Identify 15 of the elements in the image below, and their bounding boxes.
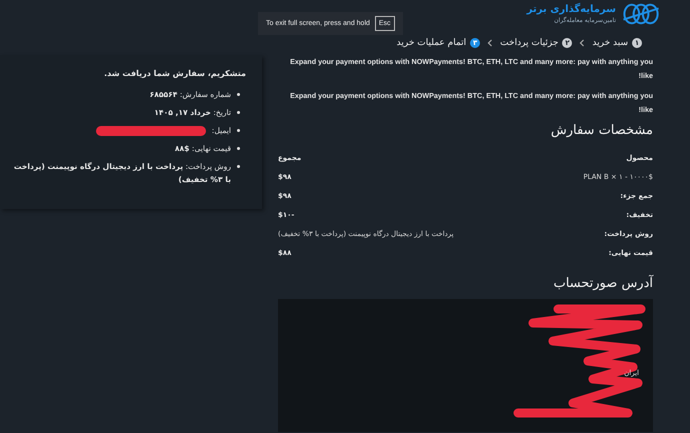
- bullet-icon: [237, 93, 240, 96]
- confirmation-title: متشکریم، سفارش شما دریافت شد.: [103, 69, 246, 78]
- step-label[interactable]: اتمام عملیات خرید: [396, 38, 466, 48]
- bullet-icon: [237, 165, 240, 168]
- bullet-icon: [237, 111, 240, 114]
- logo-wordmark: سرمایه‌گذاری برتر: [526, 4, 616, 16]
- bullet-icon: [237, 147, 240, 150]
- section-heading: مشخصات سفارش: [550, 123, 653, 138]
- bullet-icon: [237, 129, 240, 132]
- section-heading: آدرس صورتحساب: [552, 276, 653, 291]
- logo-icon: [622, 2, 660, 26]
- step-label[interactable]: سبد خرید: [592, 38, 628, 48]
- chevron-icon: [487, 39, 494, 47]
- step-label[interactable]: جزئیات پرداخت: [500, 38, 558, 48]
- chevron-icon: [579, 39, 586, 47]
